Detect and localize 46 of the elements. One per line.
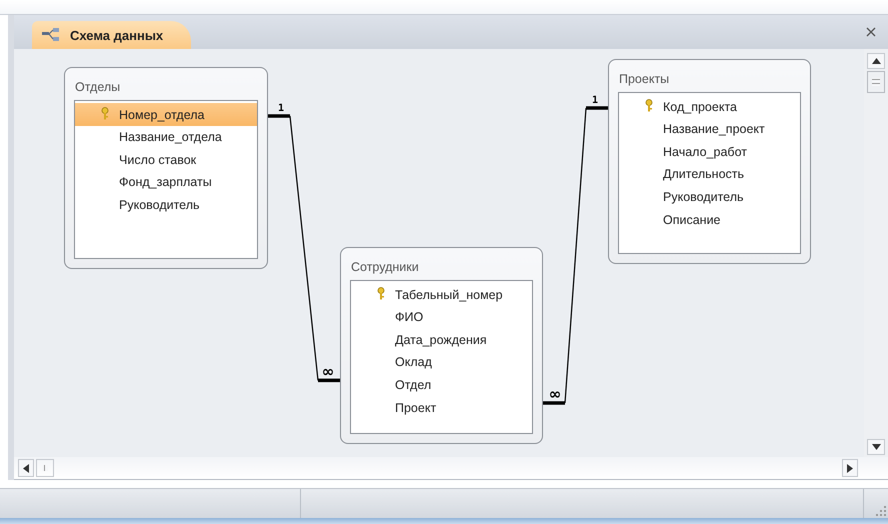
- close-icon: [866, 26, 876, 37]
- field-row[interactable]: Начало_работ: [619, 140, 800, 164]
- scroll-up-button[interactable]: [867, 53, 885, 70]
- cardinality-label: 1: [592, 95, 598, 106]
- vertical-scrollbar[interactable]: [864, 49, 888, 458]
- down-arrow-icon: [872, 444, 880, 450]
- field-row[interactable]: Описание: [619, 208, 800, 231]
- field-row[interactable]: Оклад: [351, 351, 532, 374]
- close-button[interactable]: [864, 24, 878, 39]
- field-row[interactable]: ФИО: [351, 306, 532, 328]
- horizontal-scrollbar[interactable]: [14, 457, 888, 480]
- up-arrow-icon: [872, 58, 880, 64]
- field-row[interactable]: Фонд_зарплаты: [75, 171, 257, 194]
- document-tab[interactable]: Схема данных: [32, 21, 192, 50]
- field-row[interactable]: Руководитель: [75, 194, 257, 216]
- field-row[interactable]: Название_проект: [619, 118, 800, 140]
- field-row[interactable]: Число ставок: [75, 148, 257, 172]
- cardinality-label: 1: [278, 103, 284, 114]
- field-row[interactable]: Код_проекта: [619, 95, 800, 118]
- table-title: Сотрудники: [350, 259, 420, 276]
- relationship-line[interactable]: [268, 114, 340, 382]
- scroll-thumb[interactable]: [36, 459, 54, 478]
- table-title: Проекты: [618, 71, 670, 88]
- field-row[interactable]: Проект: [351, 396, 532, 419]
- cardinality-label: ∞: [548, 385, 562, 404]
- field-row[interactable]: Название_отдела: [75, 126, 257, 148]
- field-row[interactable]: Дата_рождения: [351, 328, 532, 352]
- field-row[interactable]: Отдел: [351, 374, 532, 396]
- field-row[interactable]: Длительность: [619, 163, 800, 186]
- scroll-left-button[interactable]: [18, 459, 34, 478]
- table-window[interactable]: Проекты Код_проекта Название_проект Начало_работ Длительность Руководитель Описание: [608, 59, 811, 264]
- right-arrow-icon: [847, 464, 853, 473]
- field-row[interactable]: Номер_отдела: [75, 103, 257, 126]
- table-window[interactable]: Сотрудники Табельный_номер ФИО Дата_рождения Оклад Отдел Проект: [340, 247, 543, 444]
- scroll-thumb[interactable]: [867, 71, 885, 94]
- relationship-line[interactable]: [543, 106, 608, 406]
- table-title: Отделы: [74, 79, 122, 96]
- field-row[interactable]: Руководитель: [619, 186, 800, 208]
- resize-grip-icon: [876, 506, 886, 516]
- cardinality-label: ∞: [322, 362, 334, 381]
- scroll-right-button[interactable]: [842, 459, 858, 478]
- relationships-icon: [42, 28, 62, 42]
- scroll-down-button[interactable]: [867, 439, 885, 456]
- table-window[interactable]: Отделы Номер_отдела Название_отдела Число ставок Фонд_зарплаты Руководитель: [64, 67, 268, 270]
- field-row[interactable]: Табельный_номер: [351, 283, 532, 306]
- left-arrow-icon: [23, 464, 29, 473]
